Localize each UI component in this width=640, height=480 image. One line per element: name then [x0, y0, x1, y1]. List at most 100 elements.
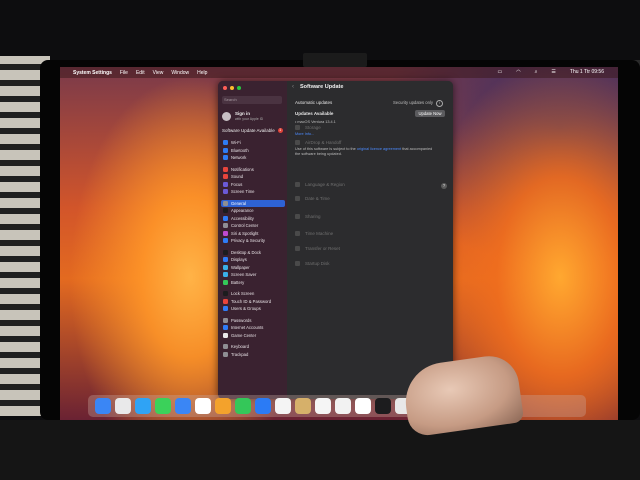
sidebar-item-label: Passwords	[231, 317, 252, 323]
sidebar-item-label: Lock Screen	[231, 291, 255, 297]
close-window-button[interactable]	[223, 86, 227, 90]
sidebar-item-accessibility[interactable]: Accessibility	[221, 215, 285, 223]
search-icon[interactable]: ⌕	[535, 69, 538, 75]
menu-app-name[interactable]: System Settings	[73, 70, 112, 76]
sidebar-item-screen-saver[interactable]: Screen Saver	[221, 271, 285, 279]
screen-time-icon	[223, 189, 228, 195]
software-update-available-label: Software Update Available	[222, 128, 275, 133]
search-field[interactable]: Search	[222, 96, 282, 104]
control-center-icon[interactable]: ☰	[551, 69, 555, 75]
dock-app-icon[interactable]	[235, 398, 251, 414]
dock-app-icon[interactable]	[195, 398, 211, 414]
menu-clock[interactable]: Thu 1 Ttr 09:56	[570, 69, 604, 75]
dock-app-icon[interactable]	[375, 398, 391, 414]
sidebar-item-label: Wi-Fi	[231, 140, 241, 146]
sidebar-item-trackpad[interactable]: Trackpad	[221, 351, 285, 359]
storage-item[interactable]: Storage	[295, 125, 321, 130]
help-icon[interactable]: ?	[441, 183, 447, 189]
sidebar-item-internet-accounts[interactable]: Internet Accounts	[221, 324, 285, 332]
sidebar-item-keyboard[interactable]: Keyboard	[221, 343, 285, 351]
transfer-reset-item[interactable]: Transfer or Reset	[295, 246, 340, 251]
dock-app-icon[interactable]	[255, 398, 271, 414]
dock-app-icon[interactable]	[295, 398, 311, 414]
sidebar-item-wallpaper[interactable]: Wallpaper	[221, 264, 285, 272]
dock-app-icon[interactable]	[135, 398, 151, 414]
more-info-link[interactable]: More Info...	[295, 132, 314, 136]
menu-file[interactable]: File	[120, 70, 128, 76]
dock-app-icon[interactable]	[335, 398, 351, 414]
dock-app-icon[interactable]	[95, 398, 111, 414]
battery-icon[interactable]: ▭	[497, 69, 502, 75]
dock-app-icon[interactable]	[355, 398, 371, 414]
automatic-updates-setting[interactable]: Security updates only i	[393, 100, 443, 107]
dock-app-icon[interactable]	[315, 398, 331, 414]
startup-disk-label: Startup Disk	[305, 261, 330, 266]
sidebar-item-appearance[interactable]: Appearance	[221, 207, 285, 215]
dock-app-icon[interactable]	[175, 398, 191, 414]
license-text: Use of this software is subject to the o…	[295, 147, 435, 157]
menu-help[interactable]: Help	[197, 70, 207, 76]
sidebar-item-bluetooth[interactable]: Bluetooth	[221, 147, 285, 155]
sidebar-item-control-center[interactable]: Control Center	[221, 222, 285, 230]
sidebar-item-screen-time[interactable]: Screen Time	[221, 188, 285, 196]
sidebar-item-label: Users & Groups	[231, 306, 261, 312]
license-prefix: Use of this software is subject to the	[295, 147, 356, 151]
sidebar-item-label: Focus	[231, 181, 243, 187]
search-placeholder: Search	[224, 97, 237, 102]
sidebar-item-label: Desktop & Dock	[231, 249, 262, 255]
minimize-window-button[interactable]	[230, 86, 234, 90]
sidebar-item-sound[interactable]: Sound	[221, 173, 285, 181]
startup-disk-item[interactable]: Startup Disk	[295, 261, 330, 266]
sidebar-item-siri-spotlight[interactable]: Siri & Spotlight	[221, 230, 285, 238]
zoom-window-button[interactable]	[237, 86, 241, 90]
software-update-available[interactable]: Software Update Available 1	[222, 128, 283, 133]
info-icon[interactable]: i	[436, 100, 443, 107]
screen-saver-icon	[223, 272, 228, 278]
menu-edit[interactable]: Edit	[136, 70, 145, 76]
sidebar-item-desktop-dock[interactable]: Desktop & Dock	[221, 249, 285, 257]
back-icon[interactable]: ‹	[292, 84, 294, 90]
sidebar-item-lock-screen[interactable]: Lock Screen	[221, 290, 285, 298]
language-region-item[interactable]: Language & Region	[295, 182, 345, 187]
sidebar-item-general[interactable]: General	[221, 199, 285, 207]
displays-icon	[223, 257, 228, 263]
sidebar-item-users-groups[interactable]: Users & Groups	[221, 305, 285, 313]
signin-subtitle: with your Apple ID	[235, 117, 264, 121]
sharing-item[interactable]: Sharing	[295, 214, 321, 219]
time-machine-label: Time Machine	[305, 231, 334, 236]
dock-app-icon[interactable]	[115, 398, 131, 414]
time-machine-item[interactable]: Time Machine	[295, 231, 333, 236]
desktop: System Settings File Edit View Window He…	[60, 67, 618, 420]
battery-icon	[223, 279, 228, 285]
sidebar-item-notifications[interactable]: Notifications	[221, 166, 285, 174]
accessibility-icon	[223, 215, 228, 221]
dock-app-icon[interactable]	[155, 398, 171, 414]
sidebar-item-network[interactable]: Network	[221, 154, 285, 162]
dock-app-icon[interactable]	[215, 398, 231, 414]
sidebar-item-touch-id-password[interactable]: Touch ID & Password	[221, 298, 285, 306]
wifi-icon[interactable]: ◠	[516, 69, 520, 75]
update-badge: 1	[277, 128, 283, 133]
update-now-button[interactable]: Update Now	[415, 110, 445, 117]
sound-icon	[223, 174, 228, 180]
airdrop-item[interactable]: AirDrop & Handoff	[295, 140, 341, 145]
menu-view[interactable]: View	[153, 70, 164, 76]
sidebar-item-focus[interactable]: Focus	[221, 181, 285, 189]
sidebar-item-passwords[interactable]: Passwords	[221, 317, 285, 325]
notifications-icon	[223, 166, 228, 172]
sidebar-item-wi-fi[interactable]: Wi-Fi	[221, 139, 285, 147]
menu-window[interactable]: Window	[171, 70, 189, 76]
account-signin[interactable]: Sign in with your Apple ID	[222, 111, 284, 125]
keyboard-icon	[223, 344, 228, 350]
sidebar-item-displays[interactable]: Displays	[221, 256, 285, 264]
sidebar-item-privacy-security[interactable]: Privacy & Security	[221, 237, 285, 245]
sidebar-item-label: Privacy & Security	[231, 238, 265, 244]
sidebar-item-label: Wallpaper	[231, 264, 250, 270]
sidebar-item-label: Network	[231, 155, 247, 161]
license-link[interactable]: original licence agreement	[357, 147, 401, 151]
sidebar-item-label: Siri & Spotlight	[231, 230, 259, 236]
sidebar-item-game-center[interactable]: Game Center	[221, 332, 285, 340]
dock-app-icon[interactable]	[275, 398, 291, 414]
sidebar-item-battery[interactable]: Battery	[221, 279, 285, 287]
date-time-item[interactable]: Date & Time	[295, 196, 330, 201]
